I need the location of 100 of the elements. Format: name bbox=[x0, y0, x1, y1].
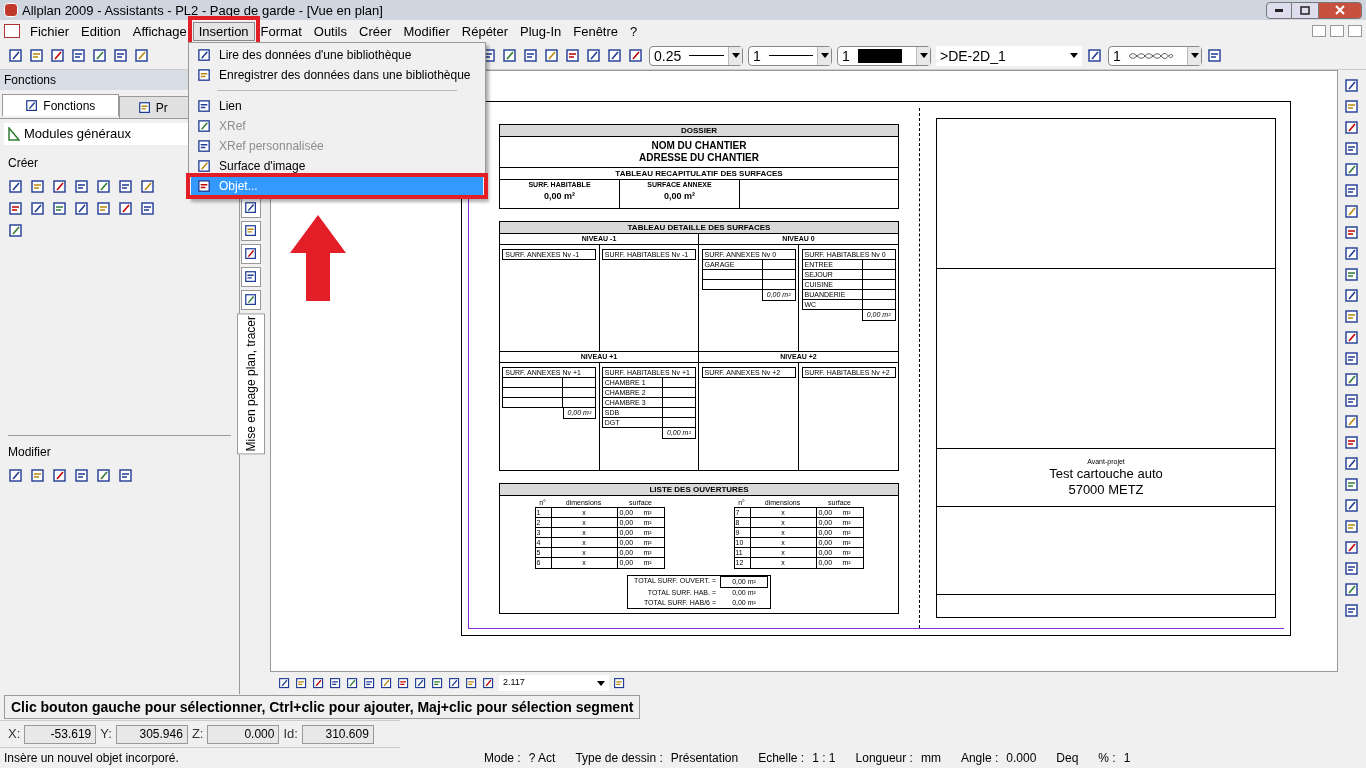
tool-icon[interactable] bbox=[96, 179, 112, 195]
tool-icon[interactable] bbox=[118, 201, 134, 217]
tool-icon[interactable] bbox=[1344, 456, 1360, 472]
tool-icon[interactable] bbox=[1344, 498, 1360, 514]
menu-item[interactable]: Edition bbox=[75, 22, 127, 41]
tool-icon[interactable] bbox=[1344, 183, 1360, 199]
side-tab-icon[interactable] bbox=[244, 247, 258, 261]
tool-icon[interactable] bbox=[295, 676, 308, 690]
tool-icon[interactable] bbox=[1344, 393, 1360, 409]
tool-icon[interactable] bbox=[431, 676, 444, 690]
tool-icon[interactable] bbox=[397, 676, 410, 690]
tool-icon[interactable] bbox=[586, 47, 602, 64]
restore-button[interactable] bbox=[1330, 25, 1344, 37]
tool-icon[interactable] bbox=[1344, 288, 1360, 304]
tool-icon[interactable] bbox=[1344, 351, 1360, 367]
tool-icon[interactable] bbox=[1344, 414, 1360, 430]
tool-icon[interactable] bbox=[1344, 246, 1360, 262]
tool-icon[interactable] bbox=[8, 468, 24, 484]
tool-icon[interactable] bbox=[96, 468, 112, 484]
tool-icon[interactable] bbox=[52, 179, 68, 195]
side-tab-icon[interactable] bbox=[244, 293, 258, 307]
menu-entry-icon[interactable] bbox=[196, 178, 212, 194]
menu-entry-icon[interactable] bbox=[196, 98, 212, 114]
caret-icon[interactable] bbox=[597, 680, 605, 686]
color-dropdown[interactable]: 1 bbox=[837, 45, 931, 66]
tool-icon[interactable] bbox=[1344, 141, 1360, 157]
tool-icon[interactable] bbox=[140, 201, 156, 217]
maximize-button[interactable] bbox=[1292, 1, 1318, 19]
tool-icon[interactable] bbox=[71, 47, 87, 64]
tool-icon[interactable] bbox=[74, 201, 90, 217]
tool-icon[interactable] bbox=[74, 468, 90, 484]
side-tab-icon[interactable] bbox=[244, 270, 258, 284]
tool-icon[interactable] bbox=[329, 676, 342, 690]
tool-icon[interactable] bbox=[544, 47, 560, 64]
tool-icon[interactable] bbox=[52, 468, 68, 484]
menu-item[interactable]: Créer bbox=[353, 22, 398, 41]
menu-item[interactable]: Fichier bbox=[24, 22, 75, 41]
menu-entry-icon[interactable] bbox=[196, 67, 212, 83]
tool-icon[interactable] bbox=[346, 676, 359, 690]
tool-icon[interactable] bbox=[8, 47, 24, 64]
tool-icon[interactable] bbox=[1344, 519, 1360, 535]
tool-icon[interactable] bbox=[482, 676, 495, 690]
tool-icon[interactable] bbox=[30, 201, 46, 217]
tool-icon[interactable] bbox=[30, 179, 46, 195]
coordinate-field[interactable]: 305.946 bbox=[115, 724, 188, 744]
tool-icon[interactable] bbox=[52, 201, 68, 217]
caret-icon[interactable] bbox=[820, 53, 829, 58]
menu-entry[interactable]: Lire des données d'une bibliothèque bbox=[191, 45, 483, 65]
tool-icon[interactable] bbox=[1344, 603, 1360, 619]
tool-icon[interactable] bbox=[312, 676, 325, 690]
menu-entry-icon[interactable] bbox=[196, 47, 212, 63]
menu-item[interactable]: Outils bbox=[307, 22, 353, 41]
minimize-button[interactable] bbox=[1266, 1, 1292, 19]
caret-icon[interactable] bbox=[1070, 53, 1078, 58]
tool-icon[interactable] bbox=[1344, 162, 1360, 178]
tool-icon[interactable] bbox=[1344, 204, 1360, 220]
tool-icon[interactable] bbox=[1344, 372, 1360, 388]
tool-icon[interactable] bbox=[8, 179, 24, 195]
tool-icon[interactable] bbox=[1344, 582, 1360, 598]
tool-icon[interactable] bbox=[278, 676, 291, 690]
tool-icon[interactable] bbox=[96, 201, 112, 217]
tool-icon[interactable] bbox=[565, 47, 581, 64]
side-tab-icon[interactable] bbox=[244, 201, 258, 215]
menu-item[interactable]: Modifier bbox=[397, 22, 456, 41]
tool-icon[interactable] bbox=[414, 676, 427, 690]
tool-icon[interactable] bbox=[1344, 540, 1360, 556]
tool-icon[interactable] bbox=[502, 47, 518, 64]
menu-entry[interactable]: Surface d'image bbox=[191, 156, 483, 176]
tool-icon[interactable] bbox=[1344, 309, 1360, 325]
tool-icon[interactable] bbox=[29, 47, 45, 64]
menu-item[interactable]: Répéter bbox=[455, 22, 515, 41]
pen-thickness-dropdown[interactable]: 0.25 bbox=[649, 45, 743, 66]
tool-icon[interactable] bbox=[1344, 99, 1360, 115]
menu-item[interactable]: Affichage bbox=[126, 22, 193, 41]
tool-icon[interactable] bbox=[8, 223, 24, 239]
line-type-dropdown[interactable]: 1 bbox=[748, 45, 832, 66]
tool-icon[interactable] bbox=[50, 47, 66, 64]
menu-item[interactable]: Format bbox=[254, 22, 308, 41]
zoom-field[interactable]: 2.117 bbox=[499, 675, 609, 691]
tool-icon[interactable] bbox=[1344, 120, 1360, 136]
panel-tab[interactable]: Fonctions bbox=[2, 94, 119, 116]
tool-icon[interactable] bbox=[1344, 267, 1360, 283]
tool-icon[interactable] bbox=[1344, 225, 1360, 241]
coordinate-field[interactable]: 310.609 bbox=[301, 724, 374, 744]
coordinate-field[interactable]: -53.619 bbox=[24, 724, 97, 744]
side-tab-icon[interactable] bbox=[244, 224, 258, 238]
tool-icon[interactable] bbox=[1344, 477, 1360, 493]
caret-icon[interactable] bbox=[1190, 53, 1199, 58]
pattern-dropdown[interactable]: 1 bbox=[1108, 45, 1202, 66]
tool-icon[interactable] bbox=[1344, 435, 1360, 451]
tool-icon[interactable] bbox=[1344, 330, 1360, 346]
tool-icon[interactable] bbox=[140, 179, 156, 195]
tool-icon[interactable] bbox=[74, 179, 90, 195]
menu-item[interactable]: ? bbox=[624, 22, 644, 41]
app-menu-icon[interactable] bbox=[4, 24, 20, 38]
tool-icon[interactable] bbox=[118, 179, 134, 195]
tool-icon[interactable] bbox=[134, 47, 150, 64]
tool-icon[interactable] bbox=[523, 47, 539, 64]
menu-item[interactable]: Fenêtre bbox=[567, 22, 625, 41]
tool-icon[interactable] bbox=[465, 676, 478, 690]
